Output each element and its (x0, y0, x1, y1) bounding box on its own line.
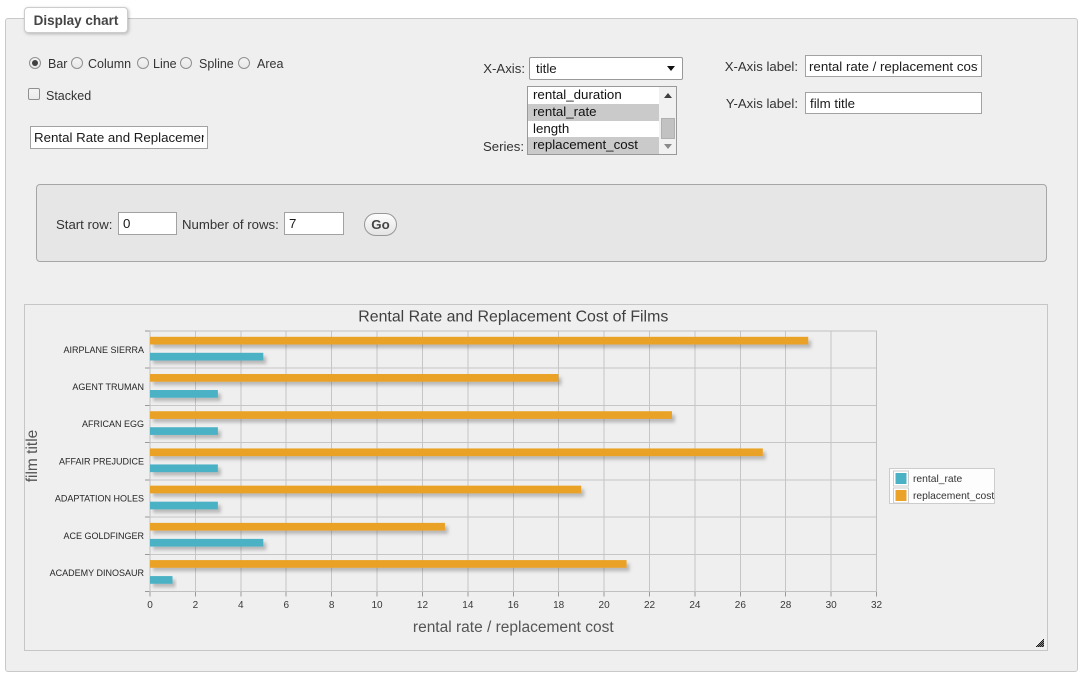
svg-text:20: 20 (599, 600, 611, 611)
svg-text:6: 6 (283, 600, 289, 611)
svg-text:AGENT TRUMAN: AGENT TRUMAN (72, 382, 144, 392)
svg-text:2: 2 (193, 600, 199, 611)
svg-text:28: 28 (780, 600, 792, 611)
svg-text:AIRPLANE SIERRA: AIRPLANE SIERRA (63, 345, 144, 355)
svg-text:14: 14 (462, 600, 474, 611)
svg-text:rental rate / replacement cost: rental rate / replacement cost (413, 619, 614, 636)
svg-text:4: 4 (238, 600, 244, 611)
svg-text:8: 8 (329, 600, 335, 611)
svg-text:film title: film title (25, 430, 41, 483)
svg-text:24: 24 (689, 600, 701, 611)
svg-text:ACADEMY DINOSAUR: ACADEMY DINOSAUR (50, 568, 145, 578)
svg-text:30: 30 (826, 600, 838, 611)
svg-text:Rental Rate and Replacement Co: Rental Rate and Replacement Cost of Film… (358, 309, 668, 326)
svg-text:26: 26 (735, 600, 747, 611)
svg-text:12: 12 (417, 600, 429, 611)
svg-text:replacement_cost: replacement_cost (913, 491, 994, 502)
svg-text:ADAPTATION HOLES: ADAPTATION HOLES (55, 494, 144, 504)
svg-text:18: 18 (553, 600, 565, 611)
svg-text:rental_rate: rental_rate (913, 474, 963, 485)
svg-text:10: 10 (371, 600, 383, 611)
svg-text:AFFAIR PREJUDICE: AFFAIR PREJUDICE (59, 456, 144, 466)
svg-text:22: 22 (644, 600, 656, 611)
svg-text:0: 0 (147, 600, 153, 611)
svg-text:16: 16 (508, 600, 520, 611)
svg-text:ACE GOLDFINGER: ACE GOLDFINGER (63, 531, 144, 541)
svg-text:32: 32 (871, 600, 883, 611)
svg-text:AFRICAN EGG: AFRICAN EGG (82, 419, 144, 429)
